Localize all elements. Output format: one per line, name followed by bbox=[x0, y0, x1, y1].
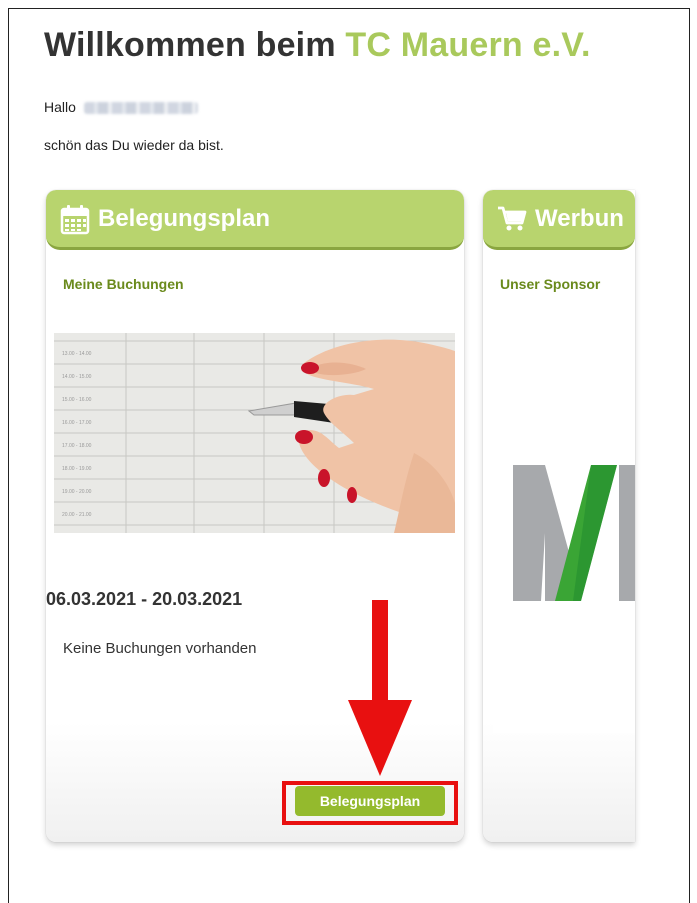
no-bookings-text: Keine Buchungen vorhanden bbox=[63, 640, 257, 657]
time-label: 14.00 - 15.00 bbox=[62, 374, 92, 380]
advertising-card-title: Werbun bbox=[535, 204, 624, 232]
time-label: 13.00 - 14.00 bbox=[62, 351, 92, 357]
calendar-icon bbox=[60, 203, 90, 235]
red-arrow-annotation bbox=[348, 600, 412, 776]
time-label: 15.00 - 16.00 bbox=[62, 397, 92, 403]
booking-date-range: 06.03.2021 - 20.03.2021 bbox=[46, 589, 243, 609]
redacted-user-name bbox=[83, 102, 198, 115]
sponsor-heading: Unser Sponsor bbox=[500, 276, 601, 292]
title-prefix: Willkommen beim bbox=[44, 26, 346, 64]
welcome-back-text: schön das Du wieder da bist. bbox=[44, 137, 224, 153]
page-title: Willkommen beim TC Mauern e.V. bbox=[44, 26, 591, 65]
time-label: 20.00 - 21.00 bbox=[62, 512, 92, 518]
greeting-text: Hallo bbox=[44, 99, 76, 115]
shopping-cart-icon bbox=[497, 203, 527, 235]
advertising-card: Werbun Unser Sponsor bbox=[483, 190, 635, 842]
club-name: TC Mauern e.V. bbox=[345, 26, 591, 64]
sponsor-logo[interactable] bbox=[493, 333, 635, 733]
booking-card-header: Belegungsplan bbox=[46, 190, 464, 250]
advertising-card-header: Werbun bbox=[483, 190, 635, 250]
time-label: 18.00 - 19.00 bbox=[62, 466, 92, 472]
schedule-photo: 13.00 - 14.00 14.00 - 15.00 15.00 - 16.0… bbox=[54, 333, 455, 533]
booking-card-title: Belegungsplan bbox=[98, 204, 271, 232]
time-label: 16.00 - 17.00 bbox=[62, 420, 92, 426]
time-label: 19.00 - 20.00 bbox=[62, 489, 92, 495]
time-label: 17.00 - 18.00 bbox=[62, 443, 92, 449]
my-bookings-heading: Meine Buchungen bbox=[63, 276, 184, 292]
booking-plan-button[interactable]: Belegungsplan bbox=[295, 786, 445, 816]
greeting: Hallo bbox=[44, 99, 198, 115]
